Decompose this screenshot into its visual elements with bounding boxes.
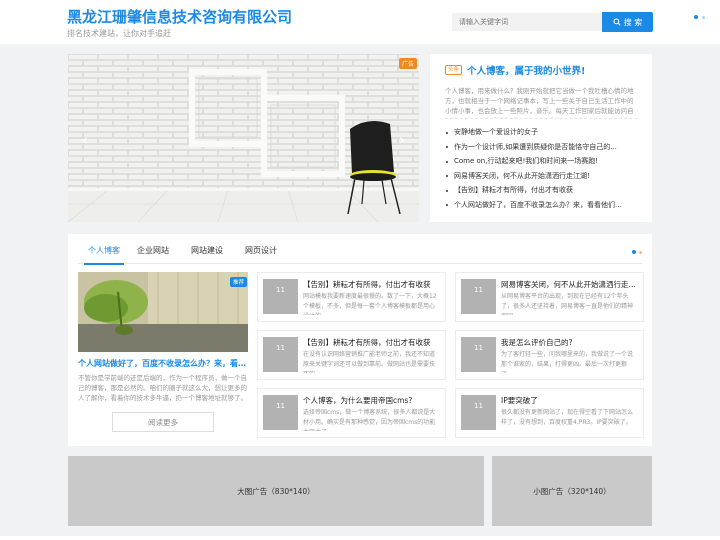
tab-web-design[interactable]: 网页设计 (245, 245, 277, 256)
featured-title[interactable]: 个人网站做好了，百度不收录怎么办？来，看看他们怎么做的 (78, 358, 248, 369)
list-item[interactable]: 作为一个设计师,如果遭到质疑你是否能恪守自己的... (445, 140, 635, 155)
post-excerpt: 网站模板我要新速度最很慢的。数了一下，大概12个模板，不多，但是每一套个人博客模… (303, 293, 437, 315)
post-title[interactable]: IP要突破了 (501, 395, 638, 406)
post-card[interactable]: 11 网易博客关闭，何不从此开始潇洒行走江湖! 从网易博客平台的出现，到现在已经… (455, 272, 644, 322)
site-slogan: 排名技术建站，让你对手追赶 (67, 29, 171, 38)
recommend-tag: 推荐 (229, 277, 247, 287)
post-card[interactable]: 11 【告别】耕耘才有所得，付出才有收获 网站模板我要新速度最很慢的。数了一下，… (257, 272, 446, 322)
search-input[interactable] (452, 13, 602, 31)
intro-article-list: 安静地做一个爱设计的女子 作为一个设计师,如果遭到质疑你是否能恪守自己的... … (445, 125, 637, 212)
featured-post: 推荐 个人网站做好了，百度不收录怎么办？来，看看他们怎么做的 不管你是学前端的还… (78, 272, 248, 442)
headline-badge: 头条 (445, 65, 463, 75)
post-excerpt: 为了客打轻一些，问我哪里来的，我做说了一个说那个谁家的，结果，打得更凶。最后一次… (501, 351, 634, 373)
list-item[interactable]: 个人网站做好了，百度不收录怎么办？来，看看他们... (445, 198, 635, 213)
post-thumbnail: 11 (461, 337, 496, 372)
post-excerpt: 在没有认识网络营销推广能老师之前，我还不知道原来关键字词还可以做到靠前。做网站也… (303, 351, 436, 373)
post-title[interactable]: 【告别】耕耘才有所得，付出才有收获 (303, 337, 440, 348)
post-thumbnail: 11 (461, 395, 496, 430)
list-item[interactable]: 安静地做一个爱设计的女子 (445, 125, 635, 140)
post-card[interactable]: 11 【告别】耕耘才有所得，付出才有收获 在没有认识网络营销推广能老师之前，我还… (257, 330, 446, 380)
search-button-label: 搜 索 (623, 17, 643, 27)
big-ad-banner[interactable]: 大图广告（830*140） (68, 456, 484, 526)
read-more-button[interactable]: 阅读更多 (112, 412, 214, 432)
post-card[interactable]: 11 IP要突破了 很久都没有更新网站了，现在得空看了下网站怎么样了，没有想到，… (455, 388, 644, 438)
post-card[interactable]: 11 我是怎么评价自己的? 为了客打轻一些，问我哪里来的，我做说了一个说那个谁家… (455, 330, 644, 380)
post-thumbnail: 11 (461, 279, 496, 314)
slider-image (68, 54, 419, 222)
slider-prev-icon[interactable]: ‹ (82, 130, 88, 149)
slider-next-icon[interactable]: › (399, 130, 405, 149)
post-card[interactable]: 11 个人博客，为什么要用帝国cms? 选择帝国cms，做一个博客系统，很多人都… (257, 388, 446, 438)
post-title[interactable]: 网易博客关闭，何不从此开始潇洒行走江湖! (501, 279, 638, 290)
search-icon (613, 18, 621, 26)
search-button[interactable]: 搜 索 (602, 12, 653, 32)
post-excerpt: 很久都没有更新网站了，现在得空看了下网站怎么样了，没有想到，百度权重4,PR3。… (501, 409, 634, 426)
tab-personal-blog[interactable]: 个人博客 (84, 245, 124, 265)
ad-tag: 广告 (398, 58, 417, 69)
post-title[interactable]: 我是怎么评价自己的? (501, 337, 638, 348)
post-title[interactable]: 个人博客，为什么要用帝国cms? (303, 395, 440, 406)
post-thumbnail: 11 (263, 337, 298, 372)
tab-site-building[interactable]: 网站建设 (191, 245, 223, 256)
post-title[interactable]: 【告别】耕耘才有所得，付出才有收获 (303, 279, 440, 290)
category-tabs: 个人博客 企业网站 网站建设 网页设计 (78, 234, 642, 265)
menu-toggle-icon[interactable] (694, 15, 705, 19)
intro-description: 个人博客，用来做什么？我刚开始就把它当做一个我吐槽心情的地方，也就相当于一个网络… (445, 86, 637, 119)
post-thumbnail: 11 (263, 395, 298, 430)
category-panel: 个人博客 企业网站 网站建设 网页设计 推荐 个人网站做好了，百度不收录怎么办？… (68, 234, 652, 446)
post-excerpt: 选择帝国cms，做一个博客系统，很多人都说是大材小用。确实是有那种感觉，因为帝国… (303, 409, 436, 431)
list-item[interactable]: 网易博客关闭，何不从此开始潇洒行走江湖! (445, 169, 635, 184)
featured-description: 不管你是学前端的还是后端的，作为一个程序员，做一个自己的博客，那是必然的。咱们的… (78, 374, 247, 402)
list-item[interactable]: 【告别】耕耘才有所得，付出才有收获 (445, 183, 635, 198)
list-item[interactable]: Come on,行动起来吧!我们和时间来一场赛跑! (445, 154, 635, 169)
small-ad-banner[interactable]: 小图广告（320*140） (492, 456, 652, 526)
intro-panel: 头条 个人博客，属于我的小世界! 个人博客，用来做什么？我刚开始就把它当做一个我… (430, 54, 652, 222)
intro-title[interactable]: 个人博客，属于我的小世界! (467, 63, 585, 77)
site-header: 黑龙江珊肇信息技术咨询有限公司 排名技术建站，让你对手追赶 搜 索 (0, 0, 720, 44)
post-thumbnail: 11 (263, 279, 298, 314)
footer-edge (0, 536, 720, 540)
site-title[interactable]: 黑龙江珊肇信息技术咨询有限公司 (67, 6, 292, 27)
more-icon[interactable] (632, 250, 642, 254)
post-excerpt: 从网易博客平台的出现，到现在已经有12个年头了，很多人还坚持着，网易博客一直是他… (501, 293, 634, 315)
image-slider[interactable]: 广告 ‹ › (68, 54, 419, 222)
tab-enterprise-site[interactable]: 企业网站 (137, 245, 169, 256)
featured-image[interactable] (78, 272, 248, 352)
